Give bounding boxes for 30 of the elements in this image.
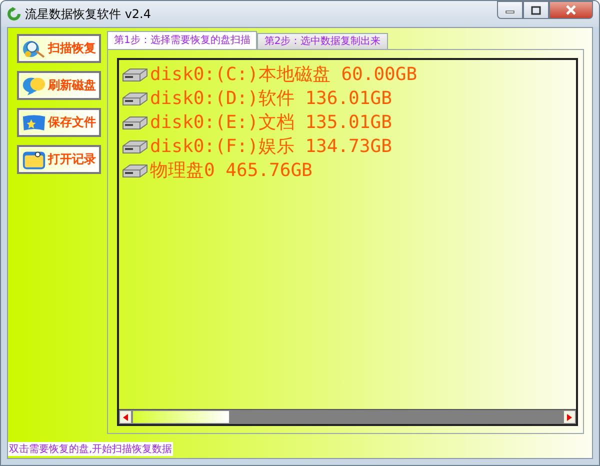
- hard-drive-icon: [121, 91, 149, 107]
- disk-item[interactable]: disk0:(E:)文档 135.01GB: [150, 112, 392, 134]
- maximize-icon: [531, 6, 541, 14]
- disk-item[interactable]: 物理盘0 465.76GB: [150, 160, 312, 182]
- hard-drive-icon: [121, 115, 149, 131]
- folder-icon: [22, 148, 46, 170]
- disk-item[interactable]: disk0:(C:)本地磁盘 60.00GB: [150, 64, 418, 86]
- hard-drive-icon: [121, 163, 149, 179]
- tab[interactable]: 第2步：选中数据复制出来: [257, 33, 388, 49]
- refresh-arrow-icon: [7, 7, 21, 21]
- hard-drive-icon: [121, 139, 149, 155]
- chat-bubbles-icon: [22, 74, 46, 96]
- hard-drive-icon: [121, 67, 149, 83]
- open-button[interactable]: 打开记录: [17, 145, 101, 174]
- horizontal-scrollbar[interactable]: [119, 409, 576, 424]
- minimize-button[interactable]: [497, 1, 523, 19]
- maximize-button[interactable]: [523, 1, 549, 19]
- star-folder-icon: [22, 112, 46, 132]
- tab[interactable]: 第1步：选择需要恢复的盘扫描: [107, 31, 258, 49]
- status-text: 双击需要恢复的盘,开始扫描恢复数据: [8, 442, 174, 456]
- disk-item[interactable]: disk0:(D:)软件 136.01GB: [150, 88, 392, 110]
- refresh-button[interactable]: 刷新磁盘: [17, 71, 101, 100]
- scan-button[interactable]: 扫描恢复: [17, 34, 101, 63]
- save-button[interactable]: 保存文件: [17, 108, 101, 137]
- window-title: 流星数据恢复软件 v2.4: [25, 6, 152, 22]
- disk-item[interactable]: disk0:(F:)娱乐 134.73GB: [150, 136, 392, 158]
- close-icon: [565, 5, 577, 15]
- scroll-right-icon[interactable]: [567, 414, 572, 420]
- close-button[interactable]: [549, 1, 593, 19]
- scroll-left-icon[interactable]: [123, 414, 128, 420]
